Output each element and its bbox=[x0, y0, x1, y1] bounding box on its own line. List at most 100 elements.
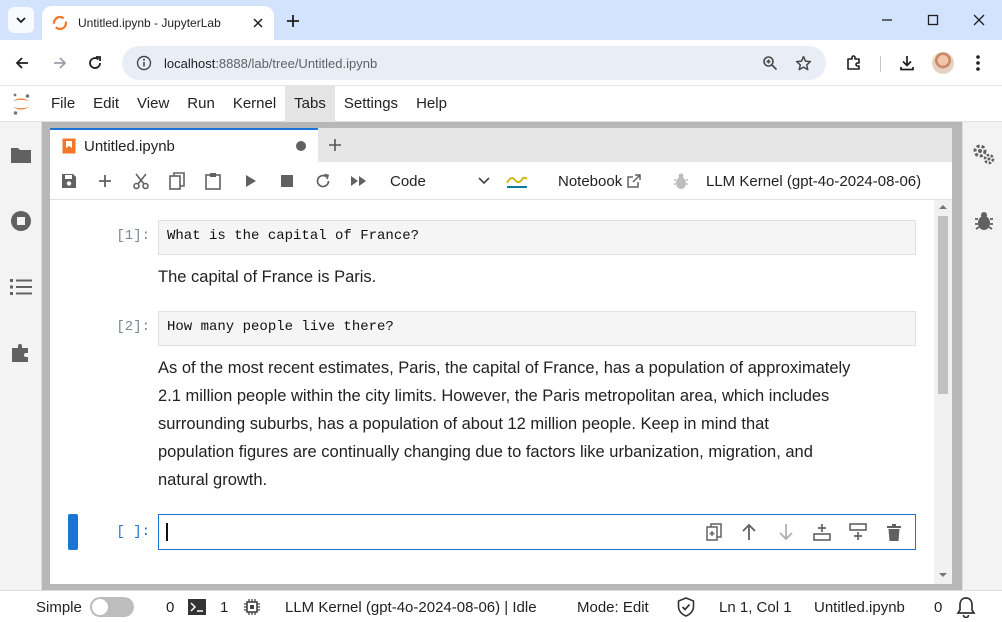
notifications-button[interactable] bbox=[955, 591, 977, 622]
code-cell-input[interactable]: How many people live there? bbox=[158, 311, 916, 346]
url-path: :8888/lab/tree/Untitled.ipynb bbox=[215, 55, 378, 71]
url-text: localhost:8888/lab/tree/Untitled.ipynb bbox=[164, 56, 377, 71]
trash-icon bbox=[887, 523, 901, 541]
kernel-name-button[interactable]: LLM Kernel (gpt-4o-2024-08-06) bbox=[706, 168, 921, 194]
kebab-menu-icon bbox=[976, 55, 980, 71]
delete-cell-button[interactable] bbox=[882, 520, 906, 544]
copy-icon bbox=[169, 172, 185, 190]
plus-icon bbox=[99, 175, 111, 187]
downloads-button[interactable] bbox=[893, 49, 921, 77]
plus-icon bbox=[329, 139, 341, 151]
restart-run-all-button[interactable] bbox=[346, 168, 372, 194]
list-icon bbox=[10, 279, 32, 295]
save-button[interactable] bbox=[56, 168, 82, 194]
shield-check-icon bbox=[677, 597, 695, 617]
menu-settings[interactable]: Settings bbox=[335, 86, 407, 122]
address-bar[interactable]: localhost:8888/lab/tree/Untitled.ipynb bbox=[122, 46, 826, 80]
menu-view[interactable]: View bbox=[128, 86, 178, 122]
input-prompt: [1]: bbox=[116, 228, 150, 244]
kernels-indicator[interactable]: 1 bbox=[220, 591, 261, 622]
fast-forward-icon bbox=[351, 176, 366, 186]
jupyter-menubar: File Edit View Run Kernel Tabs Settings … bbox=[0, 85, 1002, 122]
running-sessions-tab[interactable] bbox=[8, 208, 34, 234]
code-cell-input[interactable]: What is the capital of France? bbox=[158, 220, 916, 255]
paste-cell-button[interactable] bbox=[200, 168, 226, 194]
notebook-scrollbar[interactable] bbox=[934, 200, 952, 584]
interrupt-kernel-button[interactable] bbox=[274, 168, 300, 194]
menu-tabs[interactable]: Tabs bbox=[285, 85, 335, 122]
zoom-icon[interactable] bbox=[762, 55, 778, 71]
unsaved-indicator[interactable] bbox=[296, 141, 306, 151]
new-tab-button[interactable] bbox=[282, 10, 304, 32]
close-icon[interactable] bbox=[252, 17, 264, 29]
kernels-count: 1 bbox=[220, 598, 229, 616]
active-code-cell-input[interactable] bbox=[158, 514, 916, 550]
tab-search-button[interactable] bbox=[8, 7, 34, 33]
output-line: natural growth. bbox=[158, 471, 268, 489]
scroll-up-icon[interactable] bbox=[938, 204, 948, 210]
output-line: 2.1 million people within the city limit… bbox=[158, 387, 830, 405]
property-inspector-tab[interactable] bbox=[971, 142, 997, 168]
notebook-tab[interactable]: Untitled.ipynb bbox=[50, 128, 318, 162]
file-browser-tab[interactable] bbox=[8, 142, 34, 168]
avatar bbox=[932, 52, 954, 74]
insert-cell-above-button[interactable] bbox=[810, 520, 834, 544]
table-of-contents-tab[interactable] bbox=[8, 274, 34, 300]
open-in-notebook-button[interactable]: Notebook bbox=[558, 168, 642, 194]
output-line: population figures are continually chang… bbox=[158, 443, 813, 461]
menu-help[interactable]: Help bbox=[407, 86, 456, 122]
folder-icon bbox=[11, 148, 31, 163]
cell-type-dropdown[interactable]: Code bbox=[390, 168, 490, 194]
chevron-down-icon bbox=[16, 17, 26, 24]
reload-icon bbox=[89, 56, 101, 69]
insert-cell-button[interactable] bbox=[92, 168, 118, 194]
cell-output: As of the most recent estimates, Paris, … bbox=[158, 354, 918, 494]
terminals-indicator[interactable]: 0 bbox=[166, 591, 207, 622]
bookmark-star-icon[interactable] bbox=[795, 55, 812, 72]
minimize-button[interactable] bbox=[864, 0, 910, 40]
scrollbar-thumb[interactable] bbox=[938, 216, 948, 394]
restart-kernel-button[interactable] bbox=[310, 168, 336, 194]
run-cell-button[interactable] bbox=[238, 168, 264, 194]
site-info-icon[interactable] bbox=[136, 55, 152, 71]
copy-cell-button[interactable] bbox=[164, 168, 190, 194]
extensions-button[interactable] bbox=[840, 49, 868, 77]
extension-manager-tab[interactable] bbox=[8, 340, 34, 366]
profile-button[interactable] bbox=[929, 49, 957, 77]
maximize-button[interactable] bbox=[910, 0, 956, 40]
cut-cell-button[interactable] bbox=[128, 168, 154, 194]
trusted-indicator[interactable] bbox=[677, 591, 695, 622]
maximize-icon bbox=[927, 14, 939, 26]
new-launcher-button[interactable] bbox=[322, 132, 348, 158]
menu-edit[interactable]: Edit bbox=[84, 86, 128, 122]
forward-button[interactable] bbox=[46, 49, 74, 77]
menu-kernel[interactable]: Kernel bbox=[224, 86, 285, 122]
reload-button[interactable] bbox=[81, 49, 109, 77]
cursor-position[interactable]: Ln 1, Col 1 bbox=[719, 591, 792, 622]
terminal-icon bbox=[188, 599, 207, 615]
simple-mode-toggle[interactable] bbox=[89, 597, 134, 617]
duplicate-cell-button[interactable] bbox=[702, 520, 726, 544]
plus-icon bbox=[287, 15, 299, 27]
status-bar: Simple 0 1 LLM Kernel (gpt-4o-2024-08-06… bbox=[0, 590, 1002, 622]
bug-icon bbox=[674, 173, 688, 189]
kernel-status[interactable]: LLM Kernel (gpt-4o-2024-08-06) | Idle bbox=[285, 591, 537, 622]
menu-run[interactable]: Run bbox=[178, 86, 224, 122]
back-button[interactable] bbox=[8, 49, 36, 77]
browser-menu-button[interactable] bbox=[964, 49, 992, 77]
llm-kernel-indicator[interactable] bbox=[504, 168, 530, 194]
close-window-button[interactable] bbox=[956, 0, 1002, 40]
insert-cell-below-button[interactable] bbox=[846, 520, 870, 544]
scroll-down-icon[interactable] bbox=[938, 572, 948, 578]
arrow-right-icon bbox=[54, 57, 67, 69]
menu-file[interactable]: File bbox=[42, 86, 84, 122]
debugger-toggle[interactable] bbox=[668, 168, 694, 194]
debugger-tab[interactable] bbox=[971, 208, 997, 234]
active-cell-indicator[interactable] bbox=[68, 514, 78, 550]
notifications-count[interactable]: 0 bbox=[934, 591, 942, 622]
simple-mode-switch[interactable]: Simple bbox=[36, 591, 134, 622]
browser-tab[interactable]: Untitled.ipynb - JupyterLab bbox=[42, 6, 274, 40]
insert-below-icon bbox=[849, 523, 867, 540]
move-cell-up-button[interactable] bbox=[737, 520, 761, 544]
move-cell-down-button[interactable] bbox=[774, 520, 798, 544]
